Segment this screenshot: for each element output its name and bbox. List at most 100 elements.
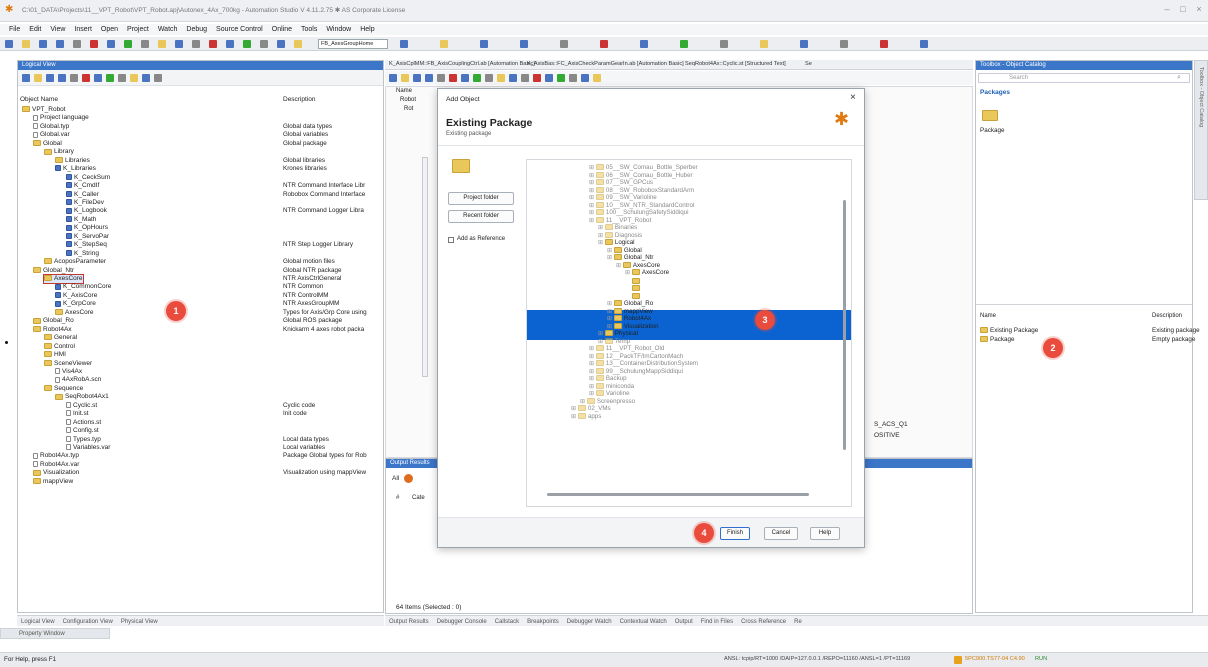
bottom-tab[interactable]: Configuration View: [63, 617, 113, 628]
folder-tree-item[interactable]: ⊞ 12__PackTF/ImCartonMach: [589, 353, 683, 361]
tree-item[interactable]: K_OpHours: [66, 224, 108, 232]
help-button[interactable]: Help: [810, 527, 840, 540]
folder-tree-item[interactable]: ⊞ AxesCore: [625, 269, 669, 277]
editor-tool-icon[interactable]: [389, 74, 397, 82]
tree-scrollbar[interactable]: [843, 200, 846, 450]
toolbar-button-icon[interactable]: [56, 40, 64, 48]
toolbar-button-icon[interactable]: [480, 40, 488, 48]
editor-tool-icon[interactable]: [533, 74, 541, 82]
folder-tree-item[interactable]: ⊞ Varioline: [589, 390, 630, 398]
editor-tool-icon[interactable]: [581, 74, 589, 82]
logical-view-tool-icon[interactable]: [142, 74, 150, 82]
tree-item[interactable]: K_Math: [66, 216, 96, 224]
expand-icon[interactable]: ⊞: [607, 300, 614, 307]
bottom-tab[interactable]: Find in Files: [701, 617, 733, 628]
folder-tree-item[interactable]: ⊞ mappView: [607, 308, 653, 316]
editor-tool-icon[interactable]: [473, 74, 481, 82]
toolbar-button-icon[interactable]: [158, 40, 166, 48]
toolbar-button-icon[interactable]: [560, 40, 568, 48]
expand-icon[interactable]: ⊞: [607, 323, 614, 330]
editor-tool-icon[interactable]: [449, 74, 457, 82]
editor-tool-icon[interactable]: [569, 74, 577, 82]
toolbar-button-icon[interactable]: [294, 40, 302, 48]
tree-item[interactable]: Robot4Ax: [33, 326, 72, 334]
editor-tool-icon[interactable]: [485, 74, 493, 82]
folder-tree-item[interactable]: ⊞ Diagnosis: [598, 232, 642, 240]
toolbox-col-desc[interactable]: Description: [1152, 313, 1182, 319]
tree-item[interactable]: Control: [44, 343, 75, 351]
folder-tree-item[interactable]: ⊞ Screenpresso: [580, 398, 635, 406]
expand-icon[interactable]: ⊞: [589, 345, 596, 352]
tree-item[interactable]: K_String: [66, 250, 99, 258]
bottom-tab[interactable]: Output Results: [389, 617, 429, 628]
editor-tab[interactable]: K_AxisBas::FC_AxisCheckParamGearIn.ab [A…: [527, 61, 684, 67]
expand-icon[interactable]: ⊞: [625, 293, 632, 300]
expand-icon[interactable]: ⊞: [571, 405, 578, 412]
expand-icon[interactable]: ⊞: [589, 353, 596, 360]
folder-tree-item[interactable]: ⊞ 09__SW_Varioline: [589, 194, 657, 202]
tree-item[interactable]: VPT_Robot: [22, 106, 66, 114]
bottom-tab[interactable]: Debugger Console: [437, 617, 487, 628]
tree-item[interactable]: AcoposParameter: [44, 258, 106, 266]
logical-view-tool-icon[interactable]: [118, 74, 126, 82]
expand-icon[interactable]: ⊞: [607, 247, 614, 254]
folder-tree-item[interactable]: ⊞ Binaries: [598, 224, 637, 232]
bottom-tab[interactable]: Contextual Watch: [620, 617, 667, 628]
tree-item[interactable]: Global.typ: [33, 123, 69, 131]
menu-item[interactable]: Open: [101, 24, 118, 35]
folder-tree-item[interactable]: ⊞ K_GrpCore: [625, 293, 673, 301]
toolbar-button-icon[interactable]: [440, 40, 448, 48]
toolbar-button-icon[interactable]: [640, 40, 648, 48]
expand-icon[interactable]: ⊞: [589, 383, 596, 390]
folder-tree-item[interactable]: ⊞ Physical: [598, 330, 638, 338]
tree-item[interactable]: SceneViewer: [44, 360, 92, 368]
tree-item[interactable]: Config.st: [66, 427, 99, 435]
logical-view-tool-icon[interactable]: [106, 74, 114, 82]
folder-tree-item[interactable]: ⊞ miniconda: [589, 383, 634, 391]
menu-item[interactable]: File: [9, 24, 20, 35]
folder-tree-item[interactable]: ⊞ AxesCore: [616, 262, 660, 270]
tree-item[interactable]: Variables.var: [66, 444, 110, 452]
toolbar-button-icon[interactable]: [600, 40, 608, 48]
logical-view-tool-icon[interactable]: [154, 74, 162, 82]
output-tab-all[interactable]: All: [392, 475, 399, 482]
expand-icon[interactable]: ⊞: [616, 262, 623, 269]
folder-tree-item[interactable]: ⊞ Robot4Ax: [607, 315, 651, 323]
folder-tree-item[interactable]: ⊞ 02_VMs: [571, 405, 611, 413]
folder-tree-item[interactable]: ⊞ 11__VPT_Robot: [589, 217, 651, 225]
expand-icon[interactable]: ⊞: [598, 224, 605, 231]
expand-icon[interactable]: ⊞: [580, 398, 587, 405]
tree-item[interactable]: Robot4Ax.var: [33, 461, 79, 469]
tree-item[interactable]: K_CeckSum: [66, 174, 110, 182]
toolbar-button-icon[interactable]: [680, 40, 688, 48]
editor-tool-icon[interactable]: [425, 74, 433, 82]
tree-item[interactable]: General: [44, 334, 77, 342]
bottom-tab[interactable]: Physical View: [121, 617, 158, 628]
bottom-tab[interactable]: Callstack: [495, 617, 519, 628]
logical-view-tool-icon[interactable]: [58, 74, 66, 82]
error-icon[interactable]: [404, 474, 413, 483]
menu-item[interactable]: Insert: [74, 24, 92, 35]
output-col-num[interactable]: #: [396, 495, 399, 501]
minimize-button[interactable]: –: [1160, 4, 1174, 16]
logical-view-tool-icon[interactable]: [46, 74, 54, 82]
expand-icon[interactable]: ⊞: [589, 390, 596, 397]
tree-item[interactable]: Project language: [33, 114, 89, 122]
tree-item[interactable]: K_Logbook: [66, 207, 107, 215]
tree-item[interactable]: HMI: [44, 351, 66, 359]
menu-item[interactable]: View: [50, 24, 65, 35]
tree-item[interactable]: AxesCore: [55, 309, 94, 317]
expand-icon[interactable]: ⊞: [589, 164, 596, 171]
tree-item[interactable]: Sequence: [44, 385, 83, 393]
logical-view-tool-icon[interactable]: [94, 74, 102, 82]
expand-icon[interactable]: ⊞: [589, 368, 596, 375]
toolbar-button-icon[interactable]: [800, 40, 808, 48]
add-reference-checkbox[interactable]: [448, 237, 454, 243]
toolbar-button-icon[interactable]: [124, 40, 132, 48]
editor-tool-icon[interactable]: [593, 74, 601, 82]
toolbar-button-icon[interactable]: [22, 40, 30, 48]
expand-icon[interactable]: ⊞: [589, 179, 596, 186]
toolbox-item[interactable]: Package: [980, 336, 1015, 343]
folder-tree-item[interactable]: ⊞ 11__VPT_Robot_Old: [589, 345, 664, 353]
folder-tree-item[interactable]: ⊞ 10__SW_NTR_StandardControl: [589, 202, 694, 210]
